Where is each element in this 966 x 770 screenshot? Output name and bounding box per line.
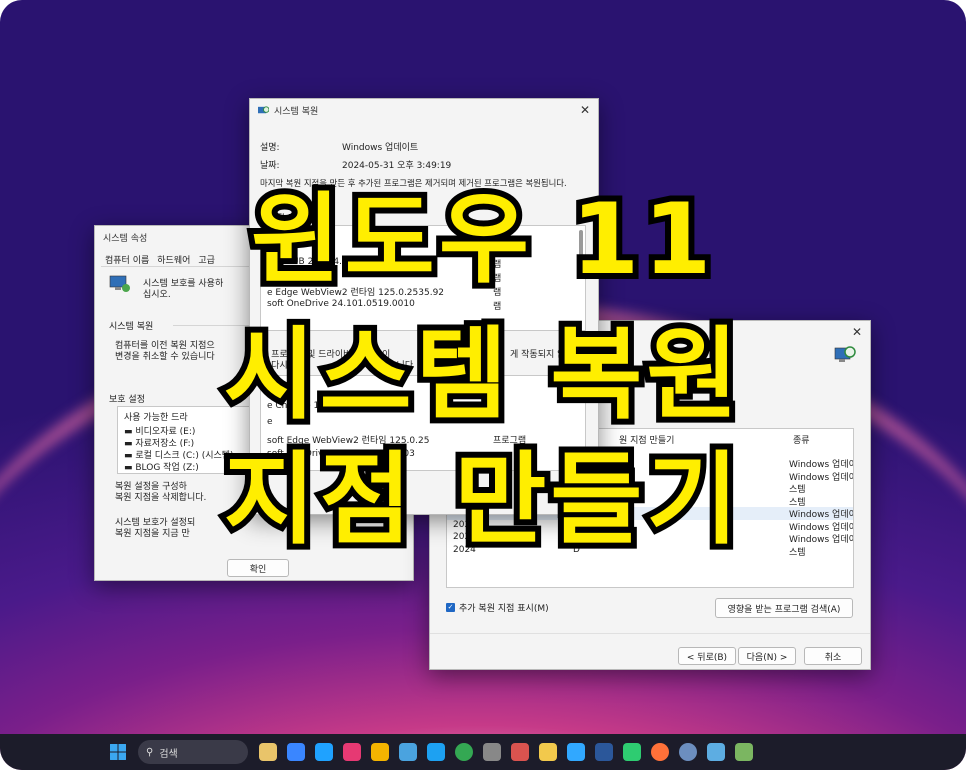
search-icon: ⚲ (146, 746, 154, 758)
desc-label: 설명: (260, 143, 280, 153)
lightroom-icon[interactable] (567, 743, 585, 761)
restore-detail-title: 시스템 복원 (274, 106, 319, 117)
word-icon[interactable] (595, 743, 613, 761)
checkbox-icon[interactable]: ✓ (446, 603, 455, 612)
wechat-icon[interactable] (623, 743, 641, 761)
edge-icon[interactable] (315, 743, 333, 761)
ok-button[interactable]: 확인 (227, 559, 289, 577)
file-explorer-icon[interactable] (259, 743, 277, 761)
firefox-icon[interactable] (651, 743, 669, 761)
taskbar: ⚲ 검색 (0, 734, 966, 770)
settings-icon[interactable] (483, 743, 501, 761)
headline-line-3: 지점 만들기 (218, 439, 745, 561)
desc-value: Windows 업데이트 (342, 143, 419, 153)
show-more-label: 추가 복원 지점 표시(M) (459, 604, 549, 614)
headline-line-1: 윈도우 11 (245, 179, 718, 301)
program-type: 램 (493, 302, 502, 312)
desktop-background: 시스템 속성 컴퓨터 이름 하드웨어 고급 시스템 보호를 사용하 십시오. 시… (0, 0, 966, 770)
scan-affected-programs-button[interactable]: 영향을 받는 프로그램 검색(A) (715, 598, 853, 618)
headline-line-2: 시스템 복원 (218, 314, 745, 436)
notepad-icon[interactable] (399, 743, 417, 761)
taskbar-icons (254, 743, 758, 761)
check-icon[interactable] (539, 743, 557, 761)
store-icon[interactable] (287, 743, 305, 761)
taskbar-search[interactable]: ⚲ 검색 (138, 740, 248, 764)
program-name: soft OneDrive 24.101.0519.0010 (267, 299, 415, 309)
date-value: 2024-05-31 오후 3:49:19 (342, 161, 452, 171)
folder-icon[interactable] (371, 743, 389, 761)
bars-icon[interactable] (511, 743, 529, 761)
remote-icon[interactable] (707, 743, 725, 761)
back-button[interactable]: < 뒤로(B) (678, 647, 736, 665)
search-placeholder: 검색 (159, 748, 178, 760)
chrome-icon[interactable] (455, 743, 473, 761)
cancel-button[interactable]: 취소 (804, 647, 862, 665)
close-icon[interactable]: ✕ (580, 103, 590, 117)
bird-icon[interactable] (427, 743, 445, 761)
date-label: 날짜: (260, 161, 280, 171)
restore-icon (258, 105, 269, 113)
windows-start-icon[interactable] (109, 743, 127, 761)
show-more-checkbox[interactable]: ✓ 추가 복원 지점 표시(M) (446, 601, 549, 614)
app-icon[interactable] (343, 743, 361, 761)
db-icon[interactable] (679, 743, 697, 761)
list-item[interactable]: soft OneDrive 24.101.0519.0010 램 (261, 298, 585, 312)
restore-detail-titlebar: 시스템 복원 (250, 99, 598, 121)
restore-icon[interactable] (735, 743, 753, 761)
next-button[interactable]: 다음(N) > (738, 647, 796, 665)
